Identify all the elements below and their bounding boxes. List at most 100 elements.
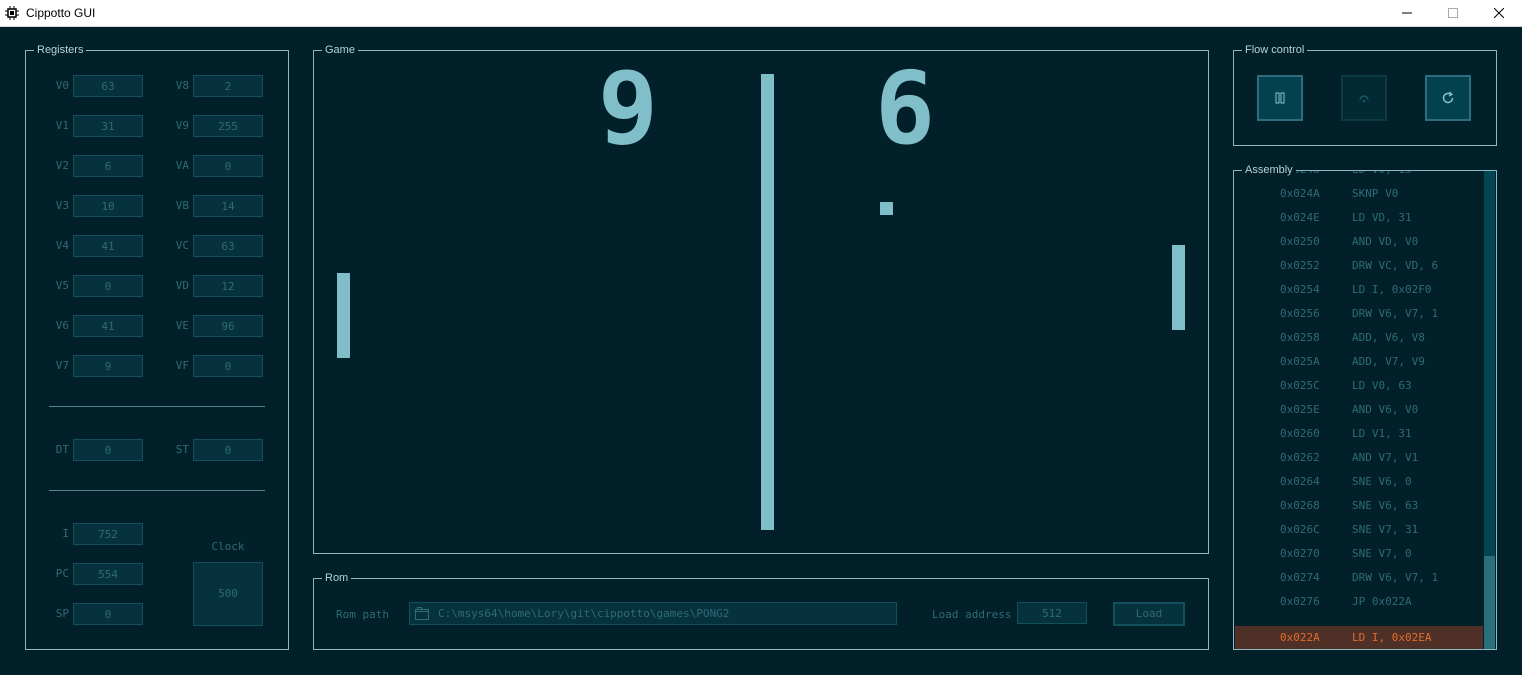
assembly-row[interactable]: 0x0264 SNE V6, 0 [1235, 470, 1483, 494]
i-field[interactable]: 752 [73, 523, 143, 545]
assembly-row[interactable]: 0x024A SKNP V0 [1235, 182, 1483, 206]
assembly-instruction: LD V0, 15 [1352, 171, 1412, 182]
folder-icon[interactable] [414, 606, 430, 622]
assembly-instruction: LD I, 0x02F0 [1352, 283, 1432, 296]
register-field-v7[interactable]: 9 [73, 355, 143, 377]
assembly-row[interactable]: 0x0260 LD V1, 31 [1235, 422, 1483, 446]
assembly-address: 0x0250 [1280, 235, 1320, 248]
pc-field[interactable]: 554 [73, 563, 143, 585]
assembly-row-current[interactable]: 0x022A LD I, 0x02EA [1235, 626, 1483, 649]
score-right: 6 [875, 51, 935, 167]
assembly-scrollbar[interactable] [1484, 171, 1495, 649]
register-field-v1[interactable]: 31 [73, 115, 143, 137]
register-field-v0[interactable]: 63 [73, 75, 143, 97]
game-screen: 9 6 [337, 51, 1185, 530]
register-label-v9: V9 [175, 119, 189, 132]
chip-icon [5, 6, 19, 20]
maximize-button[interactable] [1430, 0, 1476, 26]
assembly-instruction: AND V6, V0 [1352, 403, 1419, 416]
register-label-v5: V5 [55, 279, 69, 292]
assembly-row[interactable]: 0x0268 SNE V6, 63 [1235, 494, 1483, 518]
dt-field[interactable]: 0 [73, 439, 143, 461]
assembly-row[interactable]: 0x025A ADD, V7, V9 [1235, 350, 1483, 374]
assembly-row[interactable]: 0x0250 AND VD, V0 [1235, 230, 1483, 254]
assembly-instruction: SNE V6, 63 [1352, 499, 1419, 512]
assembly-instruction: SKNP V0 [1352, 187, 1399, 200]
pause-button[interactable] [1257, 75, 1303, 121]
st-field[interactable]: 0 [193, 439, 263, 461]
assembly-instruction: LD I, 0x02EA [1352, 631, 1432, 644]
register-label-ve: VE [175, 319, 189, 332]
step-over-icon [1359, 95, 1369, 103]
assembly-row[interactable]: 0x0262 AND V7, V1 [1235, 446, 1483, 470]
center-net [761, 74, 774, 530]
register-label-va: VA [175, 159, 189, 172]
assembly-row[interactable]: 0x025C LD V0, 63 [1235, 374, 1483, 398]
load-button[interactable]: Load [1113, 602, 1185, 626]
assembly-row[interactable]: 0x0270 SNE V7, 0 [1235, 542, 1483, 566]
assembly-row[interactable]: 0x0258 ADD, V6, V8 [1235, 326, 1483, 350]
sp-label: SP [55, 607, 69, 620]
assembly-address: 0x0258 [1280, 331, 1320, 344]
register-field-v5[interactable]: 0 [73, 275, 143, 297]
register-field-vd[interactable]: 12 [193, 275, 263, 297]
assembly-row[interactable]: 0x0276 JP 0x022A [1235, 590, 1483, 614]
assembly-row[interactable]: 0x0254 LD I, 0x02F0 [1235, 278, 1483, 302]
assembly-address: 0x0256 [1280, 307, 1320, 320]
assembly-row[interactable]: 0x026C SNE V7, 31 [1235, 518, 1483, 542]
register-label-v3: V3 [55, 199, 69, 212]
assembly-address: 0x024A [1280, 187, 1320, 200]
step-button[interactable] [1341, 75, 1387, 121]
register-field-v8[interactable]: 2 [193, 75, 263, 97]
reset-button[interactable] [1425, 75, 1471, 121]
load-address-field[interactable]: 512 [1017, 602, 1087, 624]
register-label-vc: VC [175, 239, 189, 252]
title-bar: Cippotto GUI [0, 0, 1522, 27]
assembly-address: 0x0276 [1280, 595, 1320, 608]
assembly-address: 0x0270 [1280, 547, 1320, 560]
sp-field[interactable]: 0 [73, 603, 143, 625]
register-field-va[interactable]: 0 [193, 155, 263, 177]
rom-label: Rom [322, 571, 352, 585]
register-label-v7: V7 [55, 359, 69, 372]
reset-icon [1442, 91, 1454, 104]
divider [49, 490, 265, 491]
register-label-v0: V0 [55, 79, 69, 92]
window-title: Cippotto GUI [26, 6, 96, 20]
assembly-row[interactable]: 0x0274 DRW V6, V7, 1 [1235, 566, 1483, 590]
left-paddle [337, 273, 350, 358]
register-label-v8: V8 [175, 79, 189, 92]
assembly-address: 0x0254 [1280, 283, 1320, 296]
register-field-v6[interactable]: 41 [73, 315, 143, 337]
assembly-instruction: SNE V6, 0 [1352, 475, 1412, 488]
minimize-button[interactable] [1384, 0, 1430, 26]
register-label-vb: VB [175, 199, 189, 212]
rom-path-input[interactable]: C:\msys64\home\Lory\git\cippotto\games\P… [409, 602, 897, 625]
assembly-row[interactable]: 0x0252 DRW VC, VD, 6 [1235, 254, 1483, 278]
register-field-ve[interactable]: 96 [193, 315, 263, 337]
rom-path-value: C:\msys64\home\Lory\git\cippotto\games\P… [438, 607, 730, 620]
assembly-row[interactable]: 0x0256 DRW V6, V7, 1 [1235, 302, 1483, 326]
assembly-list[interactable]: 0x0248LD V0, 150x024ASKNP V00x024ELD VD,… [1234, 171, 1496, 649]
register-field-v2[interactable]: 6 [73, 155, 143, 177]
assembly-instruction: LD VD, 31 [1352, 211, 1412, 224]
register-field-vf[interactable]: 0 [193, 355, 263, 377]
register-field-v3[interactable]: 10 [73, 195, 143, 217]
load-address-label: Load address [932, 608, 1012, 621]
assembly-address: 0x0252 [1280, 259, 1320, 272]
register-field-vb[interactable]: 14 [193, 195, 263, 217]
assembly-row[interactable]: 0x024E LD VD, 31 [1235, 206, 1483, 230]
assembly-row[interactable]: 0x025E AND V6, V0 [1235, 398, 1483, 422]
close-button[interactable] [1476, 0, 1522, 26]
registers-label: Registers [34, 43, 87, 57]
register-label-v1: V1 [55, 119, 69, 132]
register-field-v4[interactable]: 41 [73, 235, 143, 257]
clock-field[interactable]: 500 [193, 562, 263, 626]
assembly-instruction: AND V7, V1 [1352, 451, 1419, 464]
assembly-address: 0x025C [1280, 379, 1320, 392]
pc-label: PC [55, 567, 69, 580]
register-field-v9[interactable]: 255 [193, 115, 263, 137]
assembly-instruction: SNE V7, 0 [1352, 547, 1412, 560]
scrollbar-thumb[interactable] [1484, 556, 1495, 649]
register-field-vc[interactable]: 63 [193, 235, 263, 257]
